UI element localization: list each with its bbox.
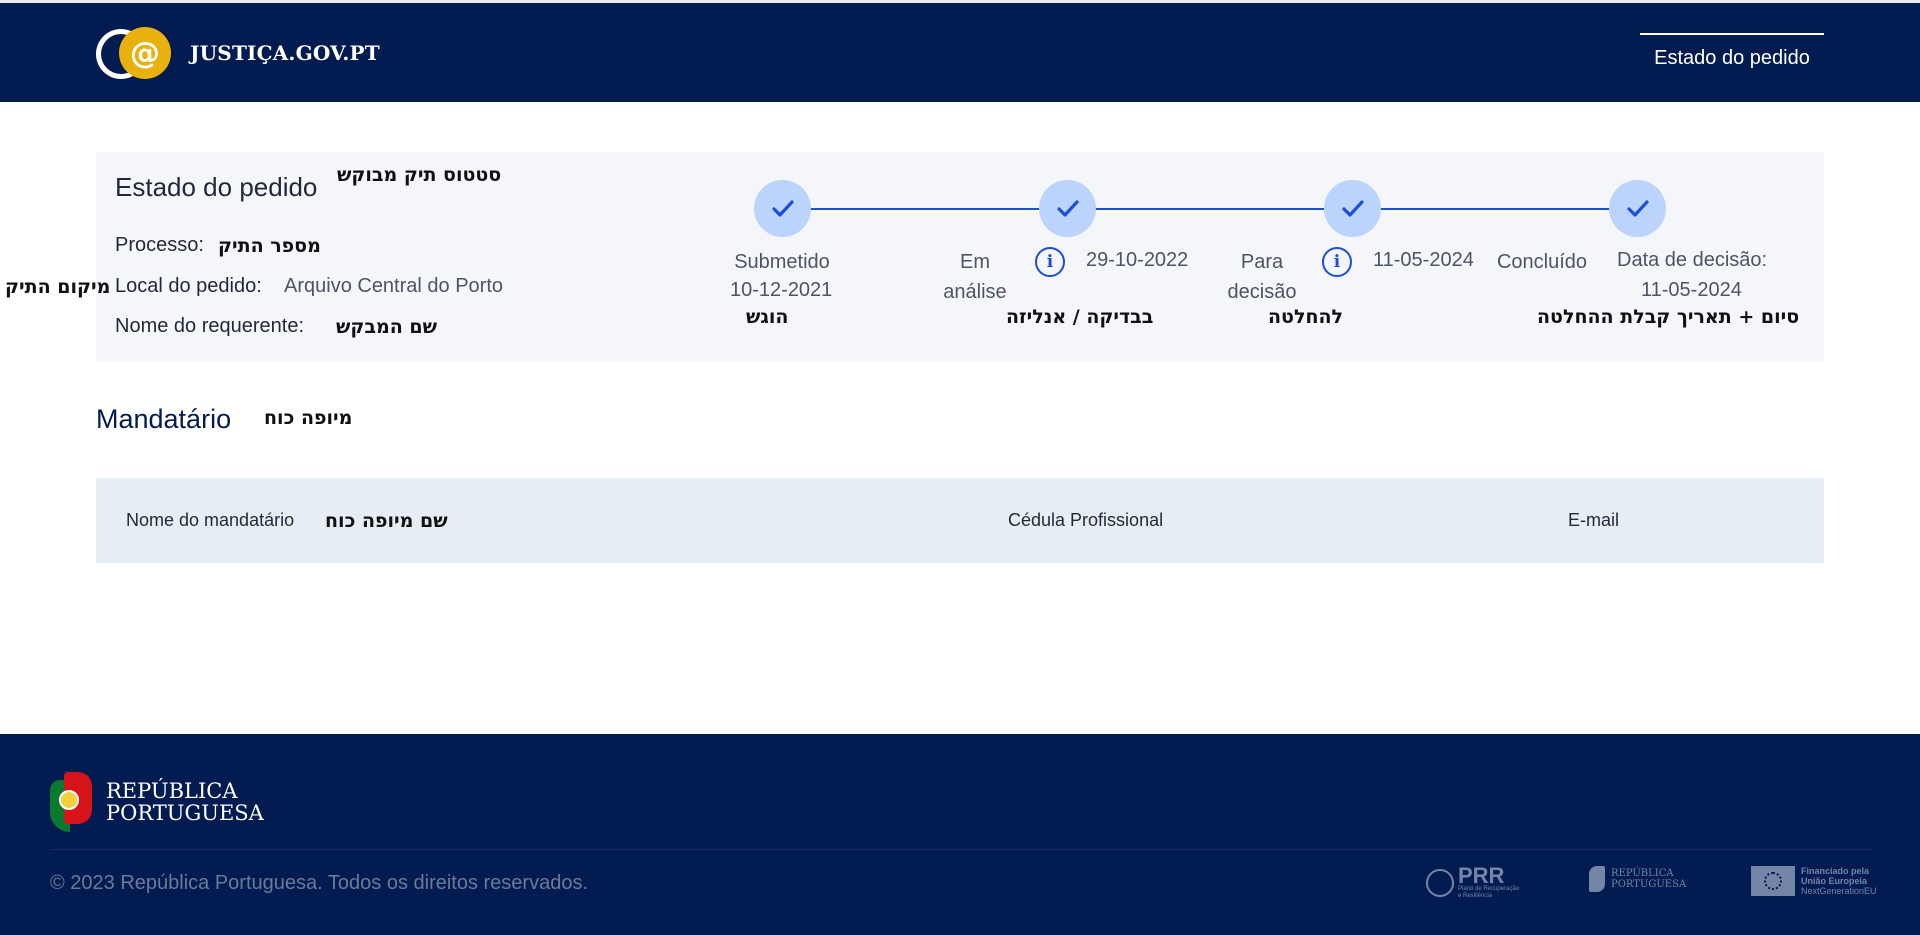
eu-funding-logo[interactable]: Financiado pela União Europeia NextGener…: [1751, 866, 1877, 896]
note-processo: מספר התיק: [218, 235, 321, 257]
justica-logo[interactable]: @ JUSTIÇA.GOV.PT: [96, 27, 380, 79]
step-para-decisao-circle: [1324, 180, 1381, 237]
site-header: @ JUSTIÇA.GOV.PT Estado do pedido: [0, 0, 1920, 102]
info-icon[interactable]: i: [1035, 247, 1065, 277]
note-nome-mandatario: שם מיופה כוח: [325, 510, 448, 532]
republica-portuguesa-partner-logo[interactable]: REPÚBLICA PORTUGUESA: [1589, 866, 1686, 892]
step-em-analise-label: Em análise: [943, 251, 1007, 303]
flag-icon: [50, 772, 92, 832]
prr-logo[interactable]: PRR Plano de Recuperação e Resiliência: [1426, 865, 1519, 900]
republica-portuguesa-logo[interactable]: REPÚBLICA PORTUGUESA: [50, 772, 264, 832]
step-em-analise-circle: [1039, 180, 1096, 237]
at-sign-logo-icon: @: [96, 27, 182, 79]
note-local: מיקום התיק: [5, 276, 111, 298]
check-icon: [1626, 199, 1649, 217]
mandatario-title: Mandatário: [96, 404, 232, 434]
nav-item-estado-do-pedido[interactable]: Estado do pedido: [1640, 33, 1824, 70]
note-requerente: שם המבקש: [336, 316, 438, 338]
field-label-requerente: Nome do requerente:: [115, 315, 305, 337]
check-icon: [771, 199, 794, 217]
note-submetido: הוגש: [746, 306, 789, 328]
step-concluido-date-label: Data de decisão:: [1617, 249, 1768, 271]
step-para-decisao-date: 11-05-2024: [1373, 249, 1474, 271]
site-footer: REPÚBLICA PORTUGUESA © 2023 República Po…: [0, 734, 1920, 935]
column-header-cedula[interactable]: Cédula Profissional: [1008, 510, 1163, 531]
copyright-text: © 2023 República Portuguesa. Todos os di…: [50, 872, 589, 894]
note-concluido: סיום + תאריך קבלת ההחלטה: [1537, 306, 1800, 328]
step-submetido-date: 10-12-2021: [730, 279, 833, 301]
footer-divider: [50, 849, 1873, 850]
note-para-decisao: להחלטה: [1268, 306, 1344, 328]
step-concluido-label: Concluído: [1496, 251, 1588, 273]
field-label-local: Local do pedido:: [115, 275, 262, 297]
step-em-analise-date: 29-10-2022: [1086, 249, 1189, 271]
check-icon: [1056, 199, 1079, 217]
check-icon: [1341, 199, 1364, 217]
step-para-decisao-label: Para decisão: [1227, 251, 1297, 303]
progress-line: [782, 208, 1637, 210]
step-submetido-label: Submetido: [734, 251, 830, 273]
step-concluido-date: 11-05-2024: [1641, 279, 1742, 301]
field-label-processo: Processo:: [115, 234, 204, 256]
field-value-local: Arquivo Central do Porto: [284, 275, 504, 297]
step-submetido-circle: [754, 180, 811, 237]
leaf-icon: [1589, 866, 1605, 892]
info-icon[interactable]: i: [1322, 247, 1352, 277]
eu-flag-icon: [1751, 866, 1795, 896]
panel-title: Estado do pedido: [115, 172, 318, 202]
logo-text: JUSTIÇA.GOV.PT: [190, 41, 380, 65]
note-panel-title: סטטוס תיק מבוקש: [337, 164, 502, 186]
step-concluido-circle: [1609, 180, 1666, 237]
prr-icon: [1426, 869, 1454, 897]
brand-text: REPÚBLICA PORTUGUESA: [106, 779, 264, 825]
note-mandatario: מיופה כוח: [264, 407, 353, 429]
column-header-nome-mandatario[interactable]: Nome do mandatário: [126, 510, 294, 531]
column-header-email[interactable]: E-mail: [1568, 510, 1619, 531]
note-em-analise: בבדיקה / אנליזה: [1006, 306, 1154, 328]
